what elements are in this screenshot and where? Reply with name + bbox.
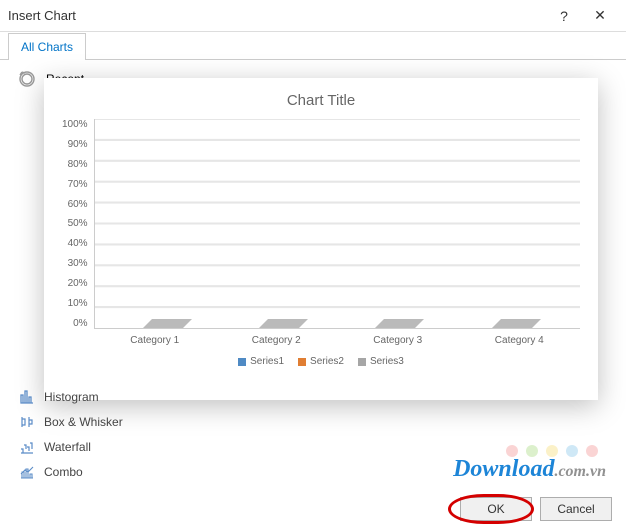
chart-plot-area: 100% 90% 80% 70% 60% 50% 40% 30% 20% 10% 0% [62, 119, 580, 329]
y-tick: 100% [62, 119, 88, 130]
x-tick: Category 4 [495, 335, 544, 346]
x-tick: Category 3 [373, 335, 422, 346]
x-axis: Category 1 Category 2 Category 3 Category 4 [62, 329, 580, 346]
sidebar-item-label: Waterfall [44, 440, 91, 454]
sidebar-item-histogram[interactable]: Histogram [18, 388, 123, 406]
panel-body: Recent Chart Title 100%90%80%70%60%50%40… [0, 60, 626, 485]
plot [94, 119, 580, 329]
legend-label: Series3 [370, 356, 404, 367]
chart-column [369, 119, 421, 328]
y-tick: 90% [68, 139, 88, 150]
combo-icon [18, 463, 36, 481]
box-whisker-icon [18, 413, 36, 431]
chart-column [137, 119, 189, 328]
sidebar-item-box-whisker[interactable]: Box & Whisker [18, 413, 123, 431]
chart-type-list: Histogram Box & Whisker Waterfall Combo [18, 388, 123, 481]
chart-column [253, 119, 305, 328]
help-button[interactable]: ? [546, 4, 582, 28]
recent-icon [18, 70, 36, 88]
x-tick: Category 1 [130, 335, 179, 346]
sidebar-item-label: Box & Whisker [44, 415, 123, 429]
legend-label: Series1 [250, 356, 284, 367]
legend-swatch [298, 358, 306, 366]
y-axis: 100% 90% 80% 70% 60% 50% 40% 30% 20% 10% 0% [62, 119, 94, 329]
y-tick: 70% [68, 179, 88, 190]
y-tick: 50% [68, 218, 88, 229]
dialog-buttons: OK Cancel [460, 497, 612, 521]
legend-item: Series2 [298, 356, 344, 367]
legend-item: Series1 [238, 356, 284, 367]
y-tick: 20% [68, 278, 88, 289]
y-tick: 40% [68, 238, 88, 249]
titlebar: Insert Chart ? ✕ [0, 0, 626, 32]
sidebar-item-combo[interactable]: Combo [18, 463, 123, 481]
waterfall-icon [18, 438, 36, 456]
y-tick: 80% [68, 159, 88, 170]
legend-item: Series3 [358, 356, 404, 367]
chart-columns [95, 119, 580, 328]
histogram-icon [18, 388, 36, 406]
y-tick: 60% [68, 199, 88, 210]
tab-bar: All Charts [0, 32, 626, 60]
y-tick: 0% [73, 318, 87, 329]
legend: Series1 Series2 Series3 [62, 356, 580, 367]
legend-label: Series2 [310, 356, 344, 367]
window-title: Insert Chart [8, 8, 546, 23]
chart-preview: Chart Title 100% 90% 80% 70% 60% 50% 40% 30% 20%… [44, 78, 598, 400]
tab-all-charts[interactable]: All Charts [8, 33, 86, 60]
chart-column [486, 119, 538, 328]
chart-title: Chart Title [62, 92, 580, 109]
x-tick: Category 2 [252, 335, 301, 346]
close-button[interactable]: ✕ [582, 4, 618, 28]
y-tick: 30% [68, 258, 88, 269]
legend-swatch [358, 358, 366, 366]
legend-swatch [238, 358, 246, 366]
cancel-button[interactable]: Cancel [540, 497, 612, 521]
y-tick: 10% [68, 298, 88, 309]
ok-button[interactable]: OK [460, 497, 532, 521]
sidebar-item-label: Combo [44, 465, 83, 479]
sidebar-item-label: Histogram [44, 390, 99, 404]
sidebar-item-waterfall[interactable]: Waterfall [18, 438, 123, 456]
